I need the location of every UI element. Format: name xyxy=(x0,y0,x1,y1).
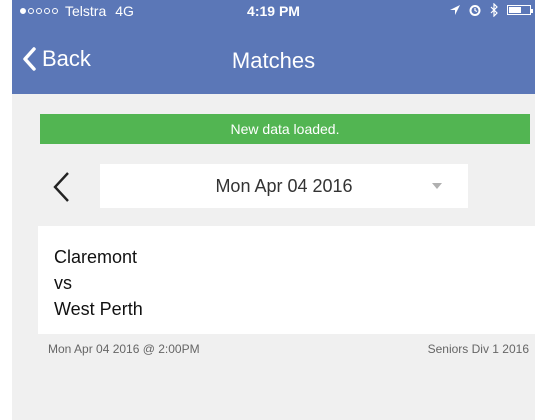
match-competition: Seniors Div 1 2016 xyxy=(427,342,529,356)
date-select[interactable]: Mon Apr 04 2016 xyxy=(100,164,468,208)
phone-frame: Telstra 4G 4:19 PM Back Matches New data… xyxy=(0,0,535,420)
versus-label: vs xyxy=(54,273,72,293)
chevron-down-icon xyxy=(432,183,442,189)
status-banner: New data loaded. xyxy=(40,114,530,144)
date-navigator: Mon Apr 04 2016 xyxy=(40,164,530,210)
nav-bar: Back Matches xyxy=(12,22,535,94)
page-title: Matches xyxy=(231,48,316,73)
battery-icon xyxy=(507,5,533,15)
home-team: Claremont xyxy=(54,247,138,267)
match-meta: Mon Apr 04 2016 @ 2:00PM Seniors Div 1 2… xyxy=(38,336,535,360)
alarm-icon xyxy=(469,5,481,16)
app-screen: Telstra 4G 4:19 PM Back Matches New data… xyxy=(12,0,535,420)
previous-date-button[interactable] xyxy=(50,170,72,204)
bluetooth-icon xyxy=(490,3,498,17)
match-card[interactable]: Claremont vs West Perth xyxy=(38,226,535,334)
match-teams: Claremont vs West Perth xyxy=(54,244,143,322)
match-datetime: Mon Apr 04 2016 @ 2:00PM xyxy=(48,342,200,356)
location-arrow-icon xyxy=(450,5,460,15)
selected-date: Mon Apr 04 2016 xyxy=(215,175,353,196)
status-bar: Telstra 4G 4:19 PM xyxy=(12,0,535,22)
away-team: West Perth xyxy=(54,299,143,319)
status-right xyxy=(449,3,533,17)
